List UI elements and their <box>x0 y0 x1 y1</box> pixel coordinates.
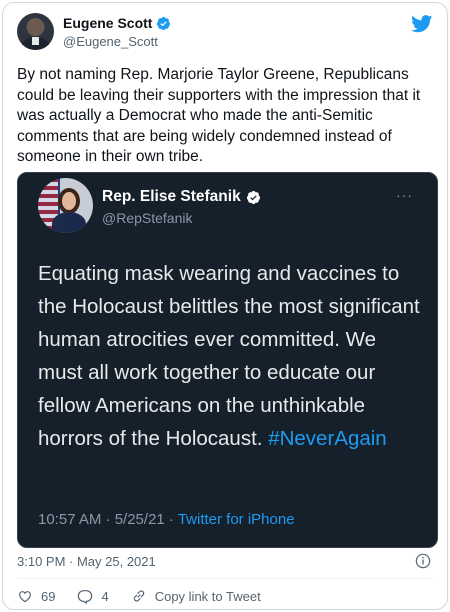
reply-icon <box>78 590 93 604</box>
tweet-timestamp[interactable]: 3:10 PM · May 25, 2021 <box>17 554 156 569</box>
quoted-author-name-text[interactable]: Rep. Elise Stefanik <box>102 188 241 206</box>
quoted-tweet-meta: 10:57 AM · 5/25/21 · Twitter for iPhone <box>38 511 295 528</box>
like-count: 69 <box>41 588 56 604</box>
quoted-author-handle[interactable]: @RepStefanik <box>102 210 192 226</box>
copy-link-label: Copy link to Tweet <box>154 588 261 604</box>
verified-badge-icon <box>157 16 171 30</box>
author-handle[interactable]: @Eugene_Scott <box>63 34 158 49</box>
author-name[interactable]: Eugene Scott <box>63 15 171 31</box>
embedded-tweet-card: Eugene Scott @Eugene_Scott By not naming… <box>2 2 448 610</box>
author-name-text[interactable]: Eugene Scott <box>63 15 152 31</box>
more-icon[interactable]: ··· <box>396 187 413 203</box>
tweet-actions: 69 4 Copy link to Tweet <box>17 588 283 604</box>
reply-button[interactable]: 4 <box>77 588 109 604</box>
info-icon[interactable] <box>415 553 431 569</box>
quoted-author-name[interactable]: Rep. Elise Stefanik <box>102 188 261 206</box>
link-icon <box>133 590 144 602</box>
copy-link-button[interactable]: Copy link to Tweet <box>131 588 261 604</box>
quoted-timestamp[interactable]: 10:57 AM · 5/25/21 · <box>38 511 178 528</box>
verified-badge-icon <box>246 190 260 204</box>
quoted-tweet-text: Equating mask wearing and vaccines to th… <box>38 257 423 455</box>
like-button[interactable]: 69 <box>17 588 55 604</box>
tweet-text: By not naming Rep. Marjorie Taylor Green… <box>17 66 421 165</box>
quoted-source-link[interactable]: Twitter for iPhone <box>178 511 295 528</box>
quoted-tweet[interactable]: Rep. Elise Stefanik @RepStefanik ··· Equ… <box>17 172 438 548</box>
twitter-bird-icon[interactable] <box>411 15 433 33</box>
heart-icon <box>19 591 31 603</box>
divider <box>17 578 433 579</box>
reply-count: 4 <box>101 588 109 604</box>
quoted-author-avatar[interactable] <box>38 178 93 233</box>
hashtag-link[interactable]: #NeverAgain <box>268 427 387 450</box>
author-avatar[interactable] <box>17 13 54 50</box>
quoted-text-body: Equating mask wearing and vaccines to th… <box>38 262 420 450</box>
